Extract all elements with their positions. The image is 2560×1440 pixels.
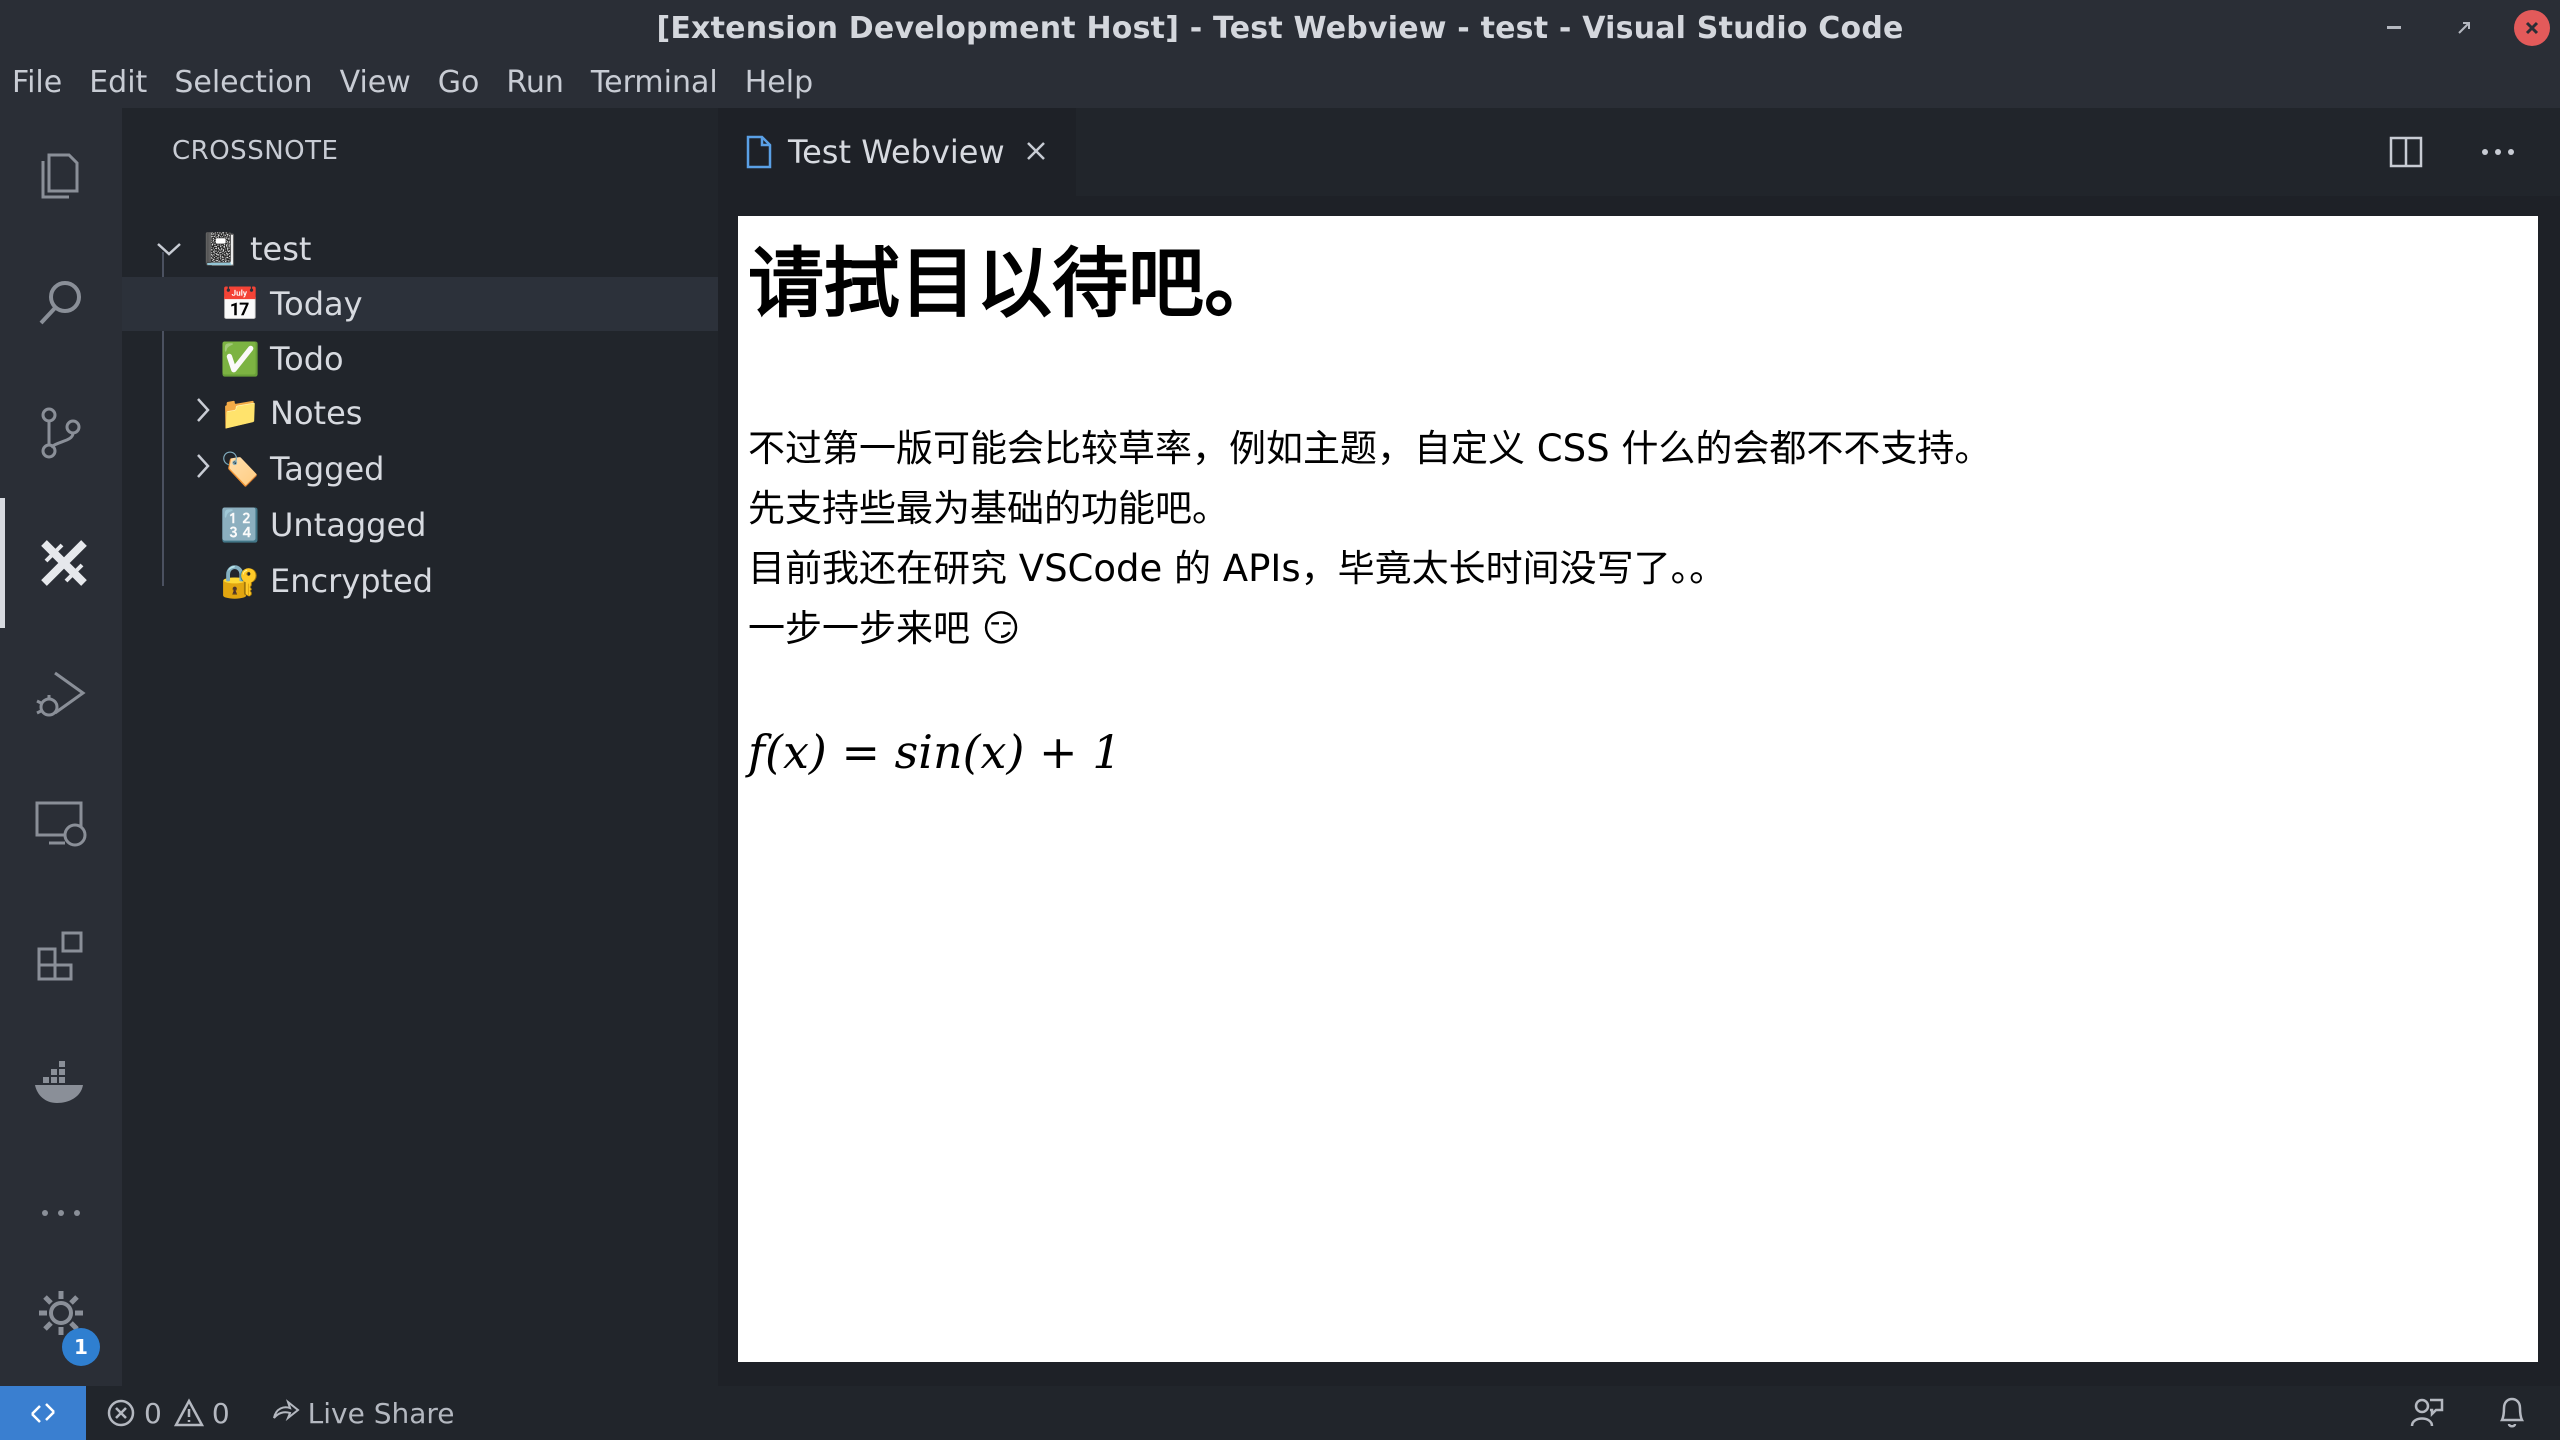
webview-line: 目前我还在研究 VSCode 的 APIs，毕竟太长时间没写了。。 [748,547,1727,591]
search-icon [39,281,81,325]
tree-item-label: Encrypted [270,562,434,600]
tree-item-notes[interactable]: 📁 Notes [122,386,718,440]
error-count: 0 [144,1396,162,1430]
tree-item-untagged[interactable]: 🔢 Untagged [122,498,718,552]
status-bar-right [2408,1394,2530,1430]
menu-selection[interactable]: Selection [174,65,312,100]
menu-file[interactable]: File [12,65,62,100]
warning-count: 0 [211,1396,230,1430]
close-icon [2525,21,2539,35]
editor-area: 请拭目以待吧。 不过第一版可能会比较草率，例如主题，自定义 CSS 什么的会都不… [718,196,2560,1386]
calendar-icon: 📅 [220,285,260,323]
sidebar: CROSSNOTE 📓 test 📅 Today ✅ Todo 📁 Notes … [122,108,718,1386]
live-share-label: Live Share [307,1396,455,1430]
chevron-right-icon[interactable] [186,397,220,430]
check-icon: ✅ [220,340,260,378]
close-icon [1026,141,1045,160]
editor-tab-bar: Test Webview [718,108,2560,196]
webview-line: 不过第一版可能会比较草率，例如主题，自定义 CSS 什么的会都不不支持。 [748,427,1992,471]
close-button[interactable] [2514,10,2550,46]
extensions-button[interactable] [0,888,122,1018]
more-icon [42,1210,80,1216]
title-bar: [Extension Development Host] - Test Webv… [0,0,2560,56]
sidebar-title: CROSSNOTE [172,136,339,166]
problems-indicator[interactable]: 0 0 [106,1397,230,1430]
remote-explorer-button[interactable] [0,758,122,888]
source-control-icon [41,407,81,459]
tab-label: Test Webview [788,133,1005,171]
more-actions-button[interactable] [2472,126,2524,178]
menu-terminal[interactable]: Terminal [591,65,718,100]
live-share-icon [272,1399,300,1422]
tab-close-button[interactable] [1025,135,1047,170]
docker-icon [35,1061,83,1103]
settings-badge: 1 [62,1328,100,1366]
settings-button[interactable]: 1 [0,1248,122,1378]
minimize-button[interactable] [2374,8,2414,48]
math-formula: f(x) = sin(x) + 1 [748,725,1122,780]
live-share-button[interactable]: Live Share [270,1397,455,1430]
remote-explorer-icon [35,801,87,847]
tree-item-encrypted[interactable]: 🔐 Encrypted [122,554,718,608]
webview-paragraph: 不过第一版可能会比较草率，例如主题，自定义 CSS 什么的会都不不支持。 先支持… [748,419,2528,659]
chevron-down-icon[interactable] [152,234,186,264]
tree-item-label: Tagged [270,450,385,488]
menu-view[interactable]: View [340,65,411,100]
status-bar: 0 0 Live Share [0,1386,2560,1440]
webview-heading: 请拭目以待吧。 [748,239,1280,328]
error-icon [107,1399,135,1427]
run-debug-button[interactable] [0,628,122,758]
feedback-icon[interactable] [2408,1394,2444,1430]
restore-button[interactable] [2444,8,2484,48]
tree-root-label: test [250,230,312,268]
tree-item-tagged[interactable]: 🏷️ Tagged [122,442,718,496]
editor-actions [2380,126,2524,178]
webview-line: 一步一步来吧 😏 [748,607,1021,651]
docker-button[interactable] [0,1018,122,1148]
remote-indicator[interactable] [0,1386,86,1440]
menu-bar: File Edit Selection View Go Run Terminal… [0,56,2560,108]
menu-edit[interactable]: Edit [89,65,147,100]
menu-run[interactable]: Run [506,65,564,100]
chevron-right-icon[interactable] [186,453,220,486]
menu-help[interactable]: Help [745,65,813,100]
tree-item-label: Todo [270,340,344,378]
extensions-icon [37,931,83,981]
folder-icon: 📁 [220,394,260,432]
tab-test-webview[interactable]: Test Webview [718,108,1076,196]
tree-item-label: Notes [270,394,363,432]
webview-panel: 请拭目以待吧。 不过第一版可能会比较草率，例如主题，自定义 CSS 什么的会都不… [738,216,2538,1362]
tree-root-test[interactable]: 📓 test [122,222,718,276]
tag-icon: 🏷️ [220,450,260,488]
notebook-icon: 📓 [200,230,240,268]
warning-icon [173,1398,204,1427]
split-editor-button[interactable] [2380,126,2432,178]
lock-icon: 🔐 [220,562,260,600]
file-icon [746,135,772,169]
webview-line: 先支持些最为基础的功能吧。 [748,487,1229,531]
crossnote-icon [40,540,87,586]
remote-icon [31,1403,55,1423]
activity-bar: 1 [0,108,122,1386]
search-button[interactable] [0,238,122,368]
menu-go[interactable]: Go [438,65,480,100]
tree-item-label: Today [270,285,363,323]
tree-item-today[interactable]: 📅 Today [122,277,718,331]
window-title: [Extension Development Host] - Test Webv… [656,10,1904,46]
explorer-button[interactable] [0,108,122,238]
explorer-icon [41,153,79,199]
crossnote-button[interactable] [0,498,122,628]
run-debug-icon [36,671,86,717]
numbers-icon: 🔢 [220,506,260,544]
bell-icon[interactable] [2494,1394,2530,1430]
source-control-button[interactable] [0,368,122,498]
ellipsis-icon [2482,149,2514,155]
split-editor-icon [2389,136,2423,168]
tree-item-label: Untagged [270,506,427,544]
window-controls [2374,8,2550,48]
tree-item-todo[interactable]: ✅ Todo [122,332,718,386]
